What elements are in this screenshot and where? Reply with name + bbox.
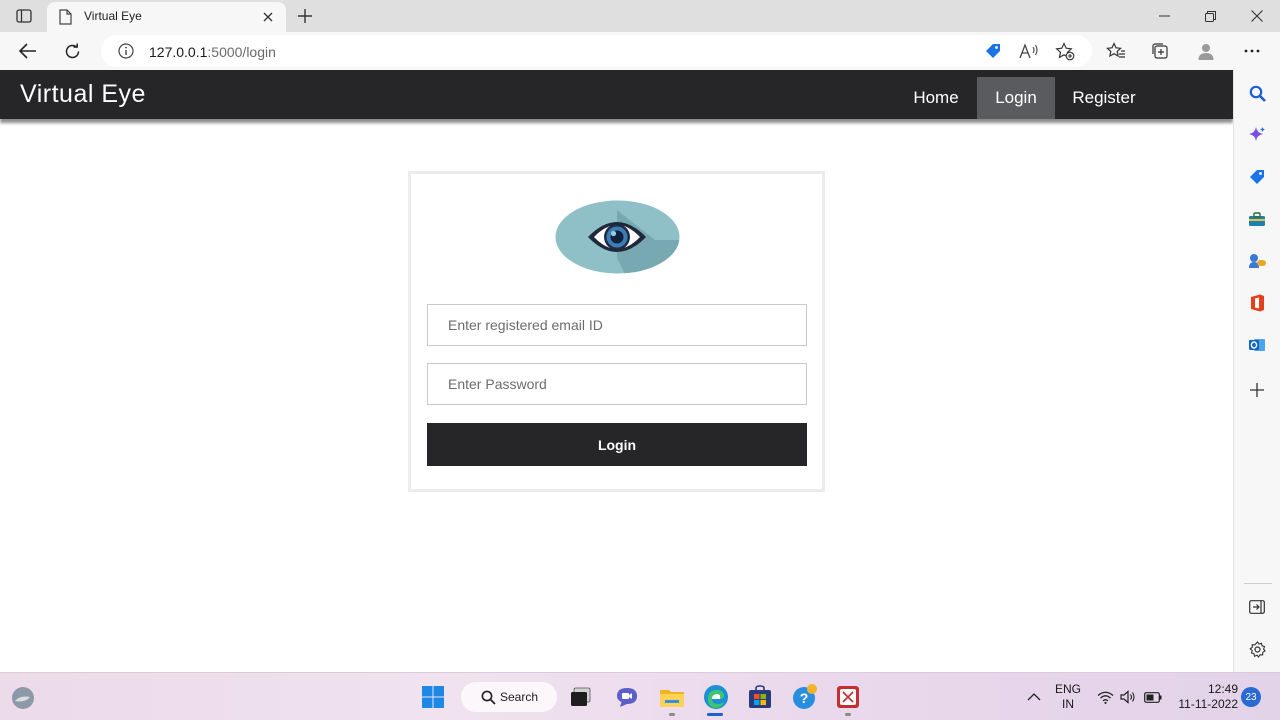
running-indicator	[845, 713, 851, 716]
back-icon[interactable]	[15, 39, 41, 63]
edge-icon[interactable]	[702, 683, 730, 711]
info-icon[interactable]	[118, 43, 134, 64]
sidebar-divider	[1244, 583, 1272, 584]
coupon-icon[interactable]	[982, 41, 1004, 61]
minimize-icon[interactable]	[1141, 0, 1187, 32]
plus-icon[interactable]	[294, 5, 316, 27]
login-button[interactable]: Login	[427, 423, 807, 466]
widgets-icon[interactable]	[9, 684, 37, 712]
search-icon	[481, 690, 496, 710]
language-code: ENG	[1054, 682, 1081, 696]
volume-icon[interactable]	[1116, 683, 1140, 711]
add-icon[interactable]	[1247, 380, 1267, 400]
file-explorer-icon[interactable]	[658, 683, 686, 711]
help-icon[interactable]: ?	[791, 683, 819, 711]
nav-home[interactable]: Home	[896, 77, 976, 119]
site-brand[interactable]: Virtual Eye	[20, 80, 146, 109]
edge-sidebar	[1233, 70, 1280, 672]
login-card: Login	[408, 171, 825, 492]
chat-icon[interactable]	[613, 683, 641, 711]
restore-icon[interactable]	[1187, 0, 1233, 32]
battery-icon[interactable]	[1141, 683, 1165, 711]
tab-strip: Virtual Eye	[0, 0, 1280, 32]
address-bar[interactable]: 127.0.0.1:5000/login	[101, 35, 1092, 67]
app-icon[interactable]	[834, 683, 862, 711]
clock[interactable]: 12:49 11-11-2022	[1172, 682, 1238, 712]
collections-icon[interactable]	[1147, 39, 1173, 63]
eye-icon	[555, 200, 680, 279]
notification-badge[interactable]: 23	[1241, 687, 1261, 707]
language-indicator[interactable]: ENG IN	[1050, 682, 1086, 712]
active-indicator	[707, 713, 723, 716]
password-field[interactable]	[427, 363, 807, 405]
read-aloud-icon[interactable]	[1018, 41, 1040, 61]
email-field[interactable]	[427, 304, 807, 346]
windows-start-icon[interactable]	[419, 683, 447, 711]
chevron-up-icon[interactable]	[1020, 683, 1048, 711]
svg-text:?: ?	[800, 690, 809, 706]
games-icon[interactable]	[1247, 251, 1267, 271]
sidebar-toggle-icon[interactable]	[1247, 597, 1267, 617]
tab-title: Virtual Eye	[84, 9, 142, 23]
refresh-icon[interactable]	[59, 39, 85, 63]
web-page: Virtual Eye Home Login Register Login	[0, 70, 1233, 672]
clock-date: 11-11-2022	[1178, 697, 1238, 711]
add-favorite-icon[interactable]	[1054, 41, 1076, 61]
shopping-icon[interactable]	[1247, 167, 1267, 187]
search-icon[interactable]	[1247, 83, 1267, 103]
close-icon[interactable]	[258, 7, 278, 27]
url-host: 127.0.0.1	[149, 44, 208, 60]
clock-time: 12:49	[1207, 682, 1238, 696]
nav-login[interactable]: Login	[977, 77, 1055, 119]
site-navbar: Virtual Eye Home Login Register	[0, 70, 1233, 119]
store-icon[interactable]	[746, 683, 774, 711]
nav-register[interactable]: Register	[1055, 77, 1153, 119]
browser-tab[interactable]: Virtual Eye	[47, 2, 286, 32]
tab-actions-icon[interactable]	[12, 6, 36, 26]
office-icon[interactable]	[1247, 293, 1267, 313]
running-indicator	[669, 713, 675, 716]
profile-icon[interactable]	[1193, 39, 1219, 63]
url-path: :5000/login	[207, 44, 276, 60]
close-window-icon[interactable]	[1234, 0, 1280, 32]
region-code: IN	[1062, 697, 1074, 711]
url-text: 127.0.0.1:5000/login	[149, 44, 276, 60]
tools-icon[interactable]	[1247, 209, 1267, 229]
outlook-icon[interactable]	[1247, 335, 1267, 355]
more-icon[interactable]	[1239, 39, 1265, 63]
favorites-icon[interactable]	[1103, 39, 1129, 63]
browser-toolbar: 127.0.0.1:5000/login	[0, 32, 1280, 70]
page-icon	[59, 9, 72, 30]
copilot-icon[interactable]	[1247, 125, 1267, 145]
task-view-icon[interactable]	[567, 683, 595, 711]
wifi-icon[interactable]	[1093, 683, 1117, 711]
taskbar-search[interactable]: Search	[461, 682, 557, 712]
taskbar: Search ? ENG IN 12:49 11-11-2022 23	[0, 672, 1280, 720]
settings-icon[interactable]	[1247, 639, 1267, 659]
search-label: Search	[500, 690, 539, 704]
